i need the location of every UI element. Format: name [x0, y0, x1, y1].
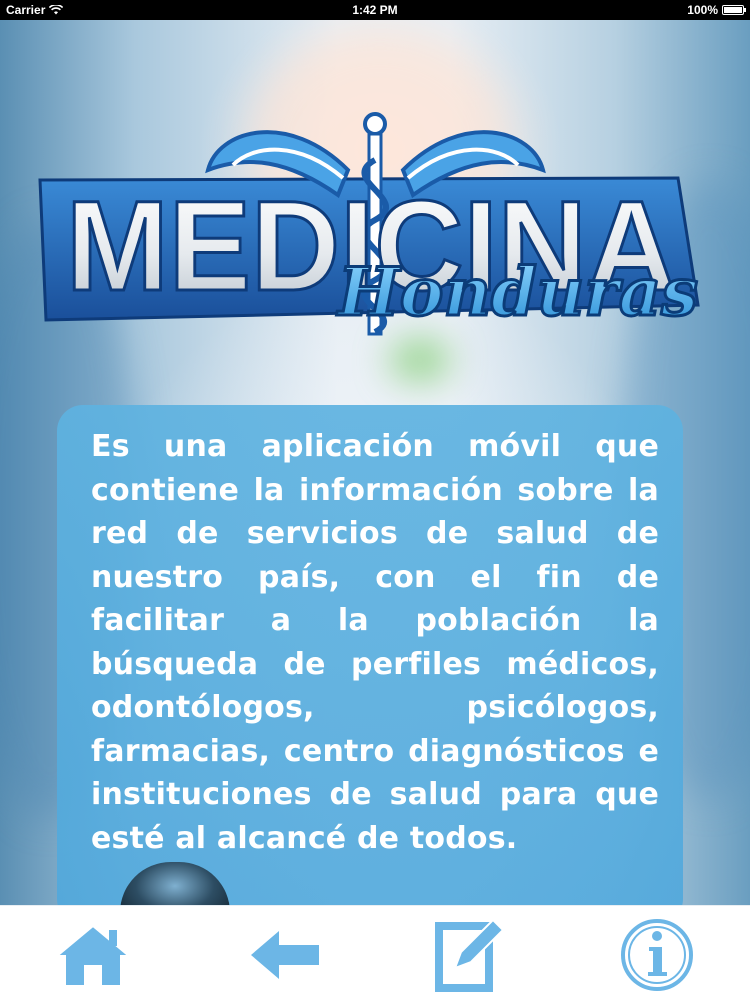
home-icon [54, 924, 132, 987]
tab-bar [0, 905, 750, 1001]
info-icon [621, 919, 693, 991]
battery-percent: 100% [687, 3, 718, 17]
medicina-honduras-logo: MEDICINA Honduras [38, 112, 700, 336]
battery-icon [722, 5, 746, 15]
clock: 1:42 PM [352, 3, 398, 17]
tab-home[interactable] [48, 916, 138, 994]
battery-level [724, 7, 742, 13]
tab-back[interactable] [240, 916, 330, 994]
edit-note-icon [435, 918, 505, 992]
back-arrow-icon [251, 931, 319, 979]
logo-word-script: Honduras [336, 253, 698, 331]
tab-info[interactable] [612, 916, 702, 994]
status-bar: Carrier 1:42 PM 100% [0, 0, 750, 20]
info-card: Es una aplicación móvil que contiene la … [57, 405, 683, 925]
battery-group: 100% [687, 0, 746, 20]
info-text: Es una aplicación móvil que contiene la … [91, 429, 659, 856]
tab-edit[interactable] [422, 916, 512, 994]
